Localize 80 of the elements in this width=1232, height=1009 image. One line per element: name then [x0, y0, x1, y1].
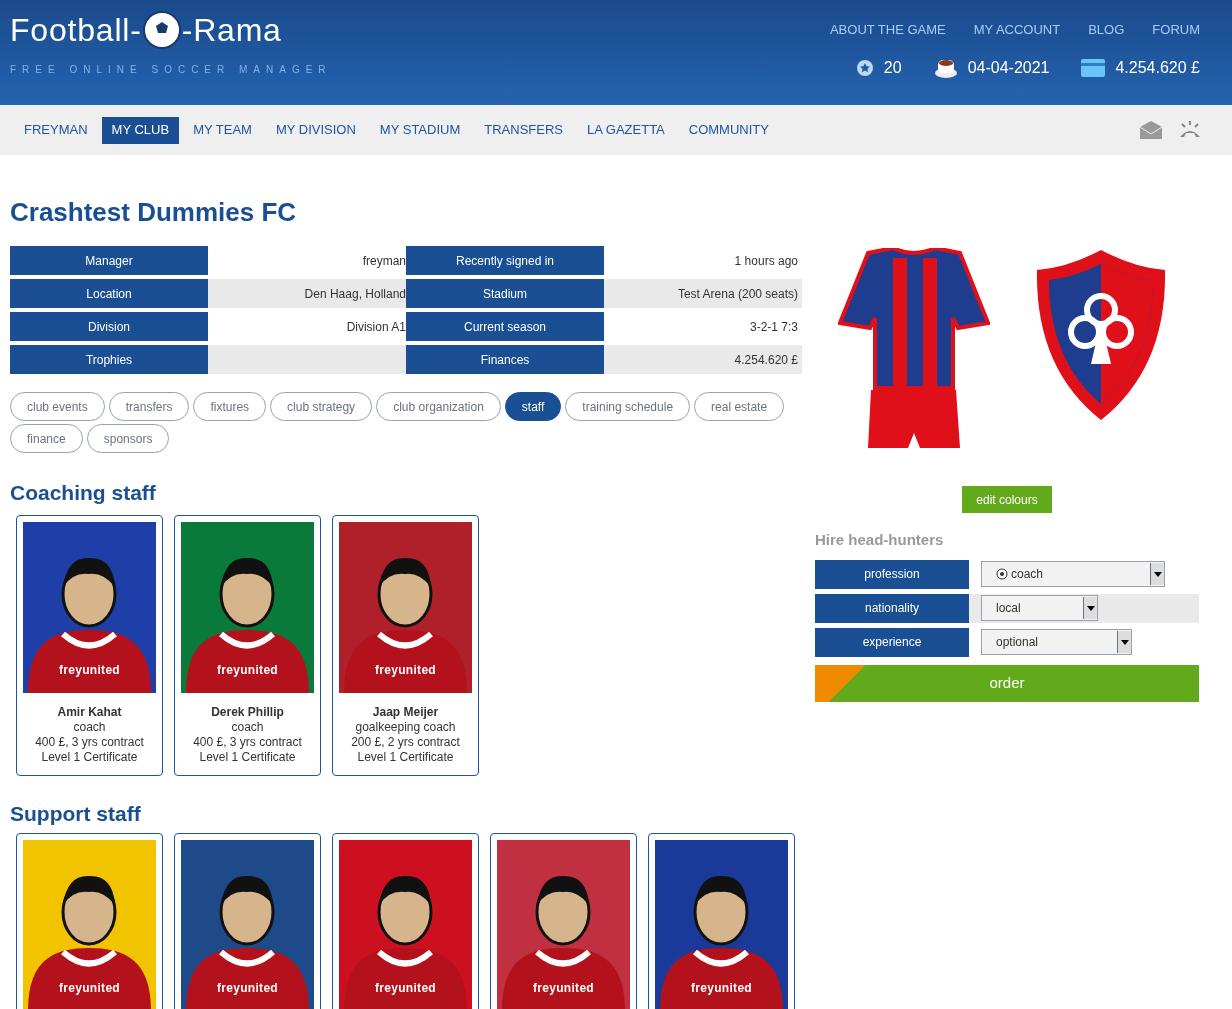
stat-value: 4.254.620 £	[1115, 57, 1200, 78]
shirt-text: freyunited	[216, 661, 279, 679]
soccer-ball-icon	[996, 568, 1008, 580]
info-label: Trophies	[10, 345, 208, 374]
staff-contract: 400 £, 3 yrs contract	[193, 734, 302, 750]
staff-contract: 200 £, 2 yrs contract	[351, 734, 460, 750]
club-title: Crashtest Dummies FC	[10, 196, 298, 229]
dropdown[interactable]: optional	[981, 629, 1132, 655]
shirt-text: freyunited	[58, 661, 121, 679]
info-value: 4.254.620 £	[733, 351, 799, 369]
section-title: Hire head-hunters	[815, 530, 945, 550]
nav-tab[interactable]: LA GAZETTA	[577, 116, 675, 144]
section-tab[interactable]: club events	[10, 392, 105, 421]
info-label: Stadium	[406, 279, 604, 308]
stat-value: 20	[883, 57, 902, 78]
edit-colours-button[interactable]: edit colours	[962, 486, 1052, 513]
logo-text: Football-	[10, 11, 142, 50]
nav-tab[interactable]: MY CLUB	[101, 116, 180, 144]
stat-value: 04-04-2021	[967, 57, 1050, 78]
staff-name: Jaap Meijer	[371, 704, 440, 720]
field-label: experience	[815, 627, 969, 657]
info-label: Finances	[406, 345, 604, 374]
info-value: Den Haag, Holland	[303, 285, 406, 303]
info-value: Test Arena (200 seats)	[676, 285, 799, 303]
nav-tab[interactable]: MY STADIUM	[369, 116, 471, 144]
staff-role: coach	[72, 719, 107, 735]
header-link[interactable]: BLOG	[1088, 20, 1125, 40]
info-label: Manager	[10, 246, 208, 275]
staff-name: Derek Phillip	[210, 704, 285, 720]
info-label: Recently signed in	[406, 246, 604, 275]
nav-tab[interactable]: MY TEAM	[183, 116, 262, 144]
section-tab[interactable]: sponsors	[86, 424, 170, 453]
section-tab[interactable]: finance	[10, 424, 83, 453]
nav-tab[interactable]: FREYMAN	[14, 116, 98, 144]
logo-text: -Rama	[181, 11, 282, 50]
mail-icon[interactable]	[1140, 121, 1162, 139]
shirt-text: freyunited	[374, 661, 437, 679]
nav-tab[interactable]: COMMUNITY	[678, 116, 779, 144]
header-link[interactable]: FORUM	[1152, 20, 1200, 40]
section-tab[interactable]: real estate	[694, 392, 785, 421]
section-tab[interactable]: club strategy	[270, 392, 373, 421]
info-value: 1 hours ago	[733, 252, 799, 270]
shirt-text: freyunited	[58, 980, 121, 997]
header-link[interactable]: MY ACCOUNT	[973, 20, 1061, 40]
card-icon	[1081, 58, 1106, 77]
section-title: Coaching staff	[10, 480, 157, 506]
nav-tab[interactable]: MY DIVISION	[265, 116, 366, 144]
section-title: Support staff	[10, 800, 142, 827]
section-tab[interactable]: training schedule	[565, 392, 691, 421]
dropdown[interactable]: coach	[981, 561, 1165, 587]
shirt-text: freyunited	[374, 980, 437, 997]
shirt-text: freyunited	[532, 980, 595, 997]
field-label: profession	[815, 559, 969, 589]
info-value: freyman	[361, 252, 406, 270]
staff-certificate: Level 1 Certificate	[198, 749, 297, 765]
staff-contract: 400 £, 3 yrs contract	[35, 734, 144, 750]
order-button[interactable]: order	[815, 664, 1199, 702]
shirt-text: freyunited	[216, 980, 279, 997]
staff-name: Amir Kahat	[56, 704, 123, 720]
info-value: Division A1	[345, 318, 406, 336]
tagline: FREE ONLINE SOCCER MANAGER	[10, 63, 332, 77]
phone-icon[interactable]	[1178, 121, 1202, 139]
section-tab[interactable]: staff	[504, 392, 562, 421]
field-label: nationality	[815, 593, 969, 623]
staff-certificate: Level 1 Certificate	[40, 749, 139, 765]
shirt-text: freyunited	[690, 980, 753, 997]
section-tab[interactable]: fixtures	[193, 392, 267, 421]
info-label: Location	[10, 279, 208, 308]
info-value: 3-2-1 7:3	[748, 318, 799, 336]
section-tab[interactable]: club organization	[376, 392, 501, 421]
header-link[interactable]: ABOUT THE GAME	[829, 20, 946, 40]
nav-tab[interactable]: TRANSFERS	[474, 116, 573, 144]
section-tab[interactable]: transfers	[108, 392, 190, 421]
staff-role: coach	[230, 719, 265, 735]
soccer-ball-icon	[141, 10, 182, 50]
staff-certificate: Level 1 Certificate	[356, 749, 455, 765]
info-label: Division	[10, 312, 208, 341]
info-label: Current season	[406, 312, 604, 341]
staff-role: goalkeeping coach	[354, 719, 457, 735]
dropdown[interactable]: local	[981, 595, 1098, 621]
